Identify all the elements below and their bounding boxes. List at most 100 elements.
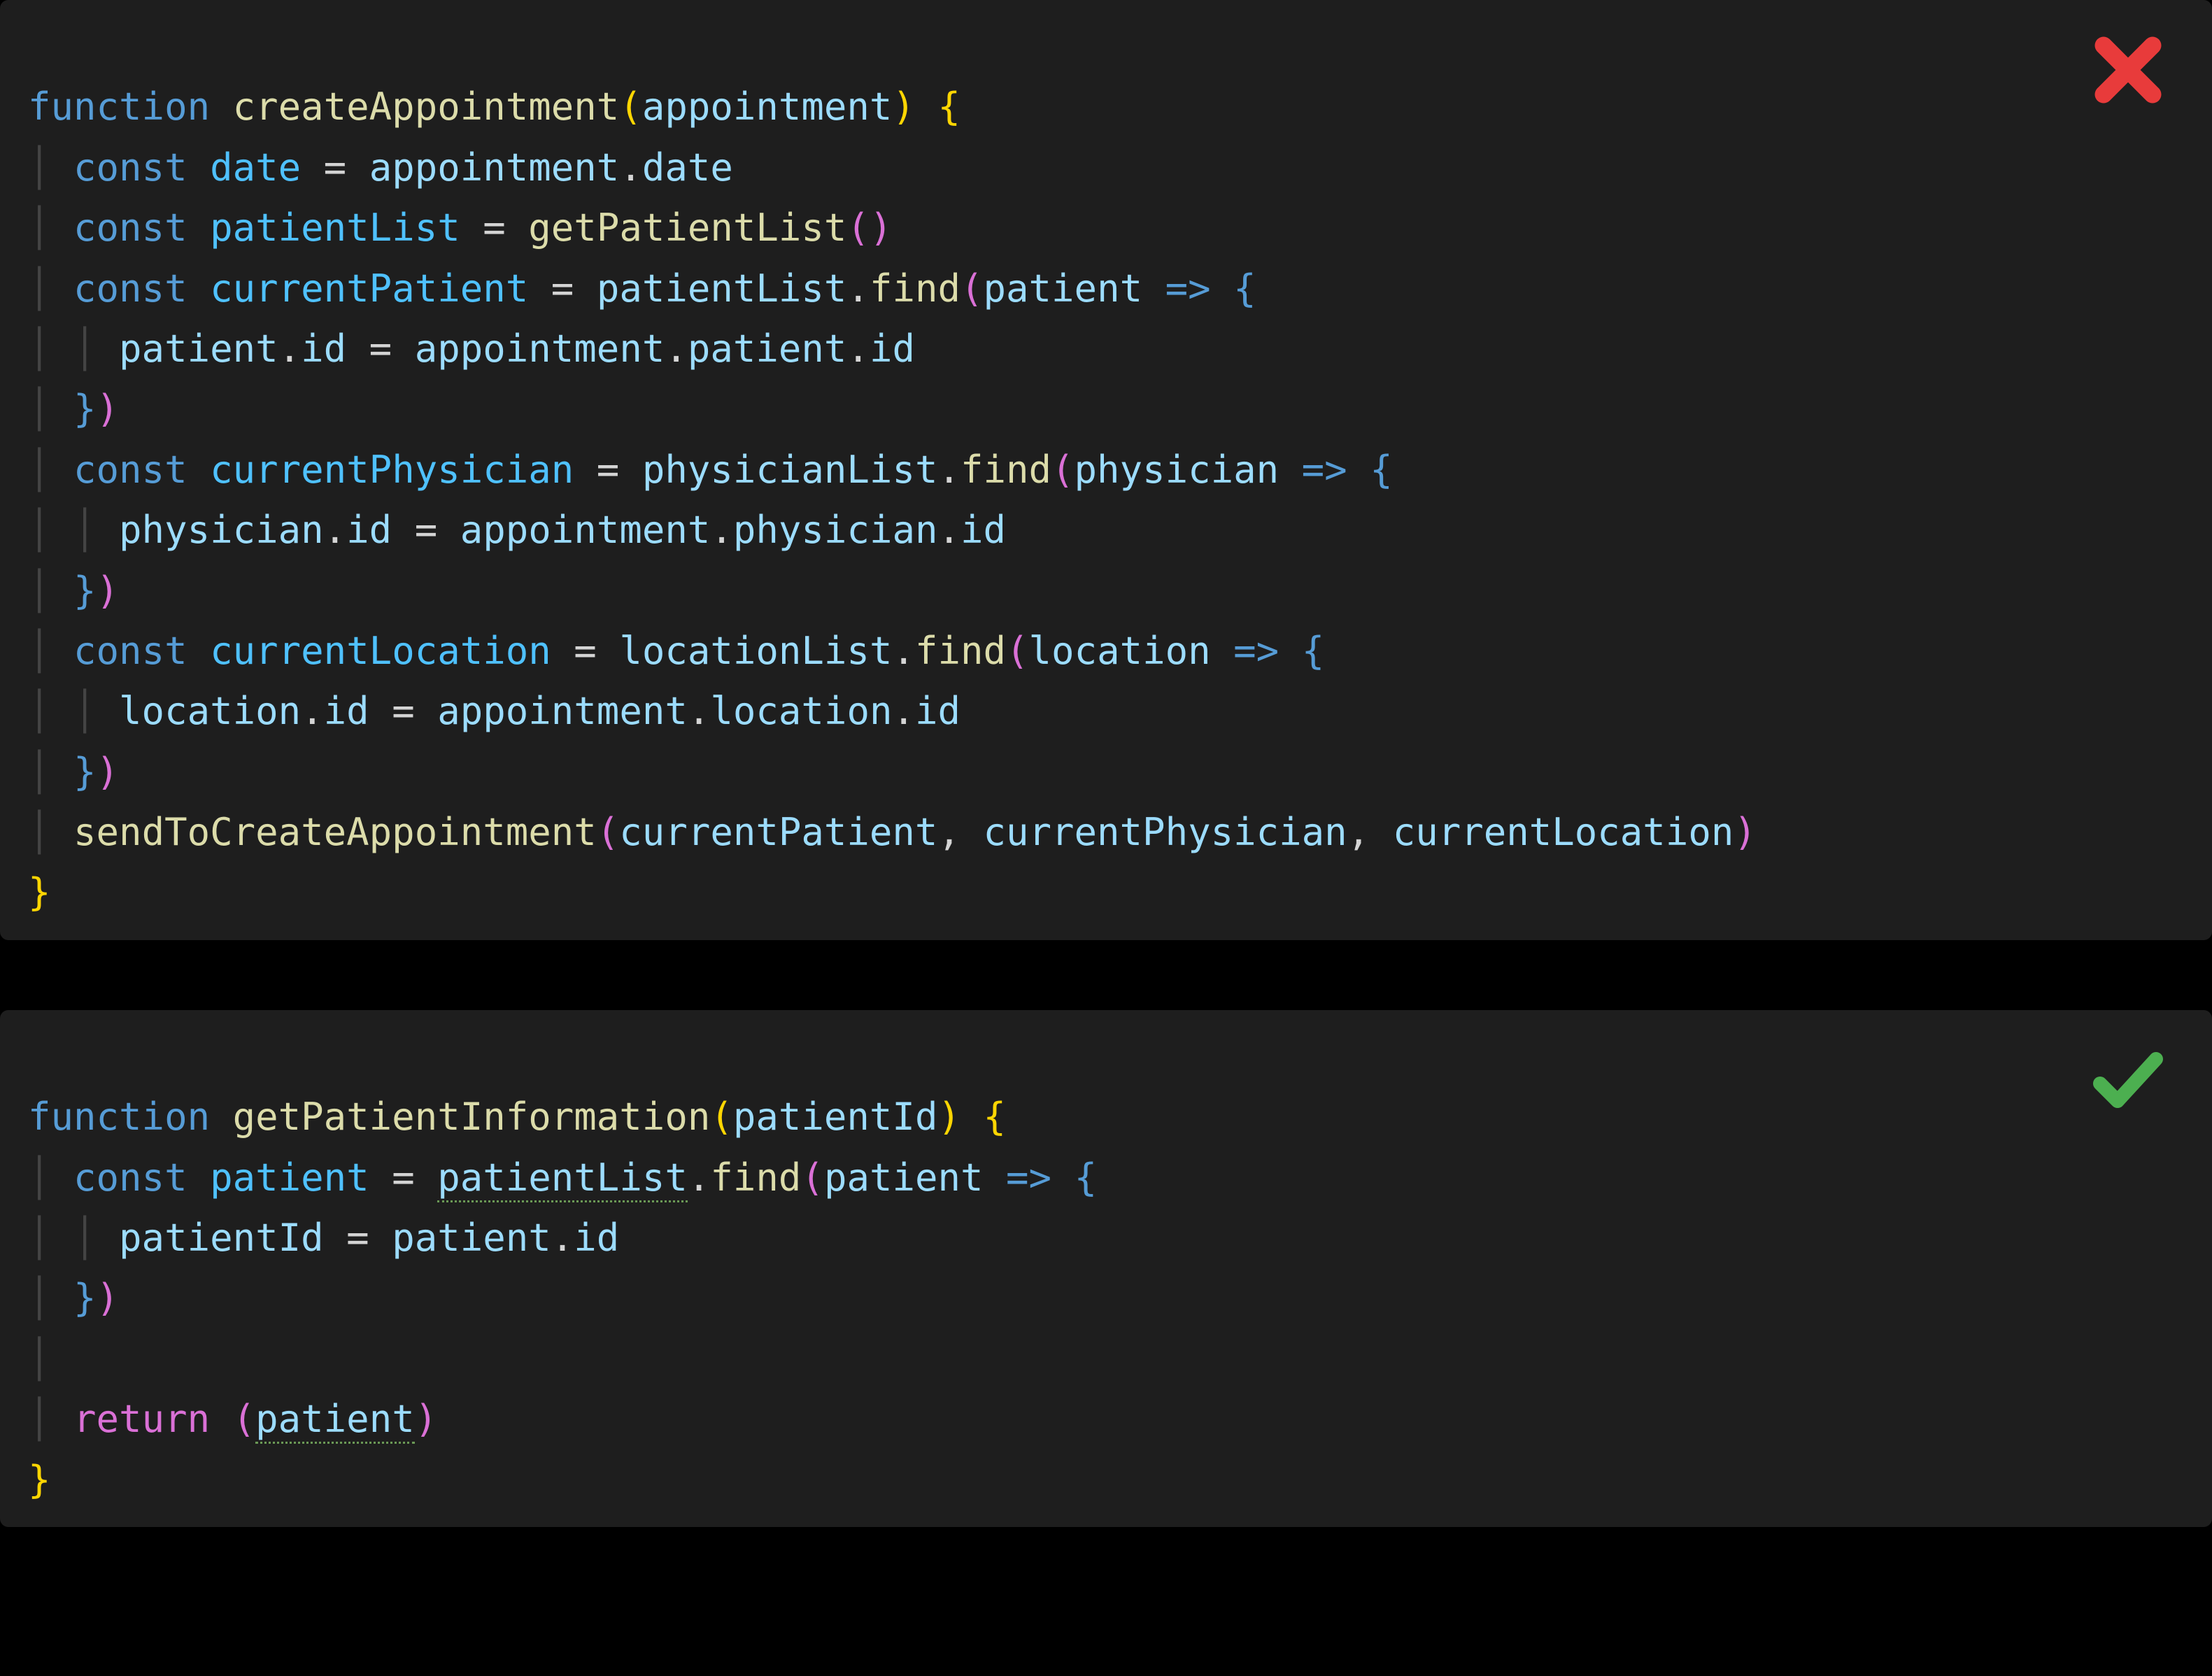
paren-close: ) bbox=[937, 1095, 960, 1139]
dot: . bbox=[551, 1216, 574, 1260]
const-name: patient bbox=[210, 1156, 369, 1200]
function-name: getPatientInformation bbox=[233, 1095, 711, 1139]
property: id bbox=[574, 1216, 619, 1260]
variable: appointment bbox=[437, 689, 688, 733]
paren-open: ( bbox=[1006, 629, 1029, 673]
paren-open: ( bbox=[801, 1156, 824, 1200]
dot: . bbox=[892, 689, 915, 733]
parameter: location bbox=[1029, 629, 1211, 673]
brace-close: } bbox=[28, 870, 51, 914]
operator: = bbox=[369, 689, 438, 733]
check-icon bbox=[2086, 1038, 2170, 1122]
paren-close: ) bbox=[97, 569, 120, 613]
dot: . bbox=[710, 508, 733, 552]
dot: . bbox=[938, 508, 961, 552]
brace-open: { bbox=[1075, 1156, 1098, 1200]
method: find bbox=[710, 1156, 801, 1200]
property: id bbox=[960, 508, 1006, 552]
brace-close: } bbox=[28, 1458, 51, 1502]
variable: appointment bbox=[460, 508, 711, 552]
property: physician bbox=[733, 508, 938, 552]
parens: () bbox=[846, 206, 892, 250]
const-name: currentPhysician bbox=[210, 448, 574, 492]
const-name: date bbox=[210, 145, 301, 190]
keyword: const bbox=[73, 145, 187, 190]
variable: patientId bbox=[119, 1216, 324, 1260]
variable: location bbox=[119, 689, 301, 733]
operator: = bbox=[460, 206, 529, 250]
argument: currentLocation bbox=[1393, 810, 1734, 854]
function-call: sendToCreateAppointment bbox=[73, 810, 597, 854]
dot: . bbox=[846, 327, 870, 371]
paren-open: ( bbox=[710, 1095, 733, 1139]
dot: . bbox=[937, 448, 960, 492]
variable: patientList bbox=[437, 1156, 688, 1202]
variable: physicianList bbox=[642, 448, 938, 492]
brace-close: } bbox=[73, 569, 97, 613]
keyword: const bbox=[73, 448, 187, 492]
brace-open: { bbox=[915, 85, 960, 129]
paren-open: ( bbox=[619, 85, 642, 129]
argument: currentPatient bbox=[619, 810, 937, 854]
keyword: const bbox=[73, 1156, 187, 1200]
brace-open: { bbox=[1233, 267, 1256, 311]
paren-close: ) bbox=[97, 1276, 120, 1320]
brace-open: { bbox=[1370, 448, 1393, 492]
property: id bbox=[324, 689, 369, 733]
paren-close: ) bbox=[415, 1397, 438, 1441]
code-block-good: function getPatientInformation(patientId… bbox=[28, 1027, 2184, 1510]
operator: = bbox=[551, 629, 620, 673]
const-name: patientList bbox=[210, 206, 460, 250]
brace-close: } bbox=[73, 750, 97, 794]
dot: . bbox=[324, 508, 347, 552]
function-name: createAppointment bbox=[233, 85, 620, 129]
dot: . bbox=[665, 327, 688, 371]
variable: locationList bbox=[619, 629, 892, 673]
dot: . bbox=[278, 327, 302, 371]
operator: = bbox=[392, 508, 460, 552]
operator: = bbox=[574, 448, 642, 492]
keyword: function bbox=[28, 85, 210, 129]
cross-icon bbox=[2086, 28, 2170, 112]
arrow: => bbox=[1142, 267, 1233, 311]
variable: physician bbox=[119, 508, 324, 552]
argument: currentPhysician bbox=[983, 810, 1347, 854]
brace-close: } bbox=[73, 1276, 97, 1320]
paren-close: ) bbox=[892, 85, 915, 129]
brace-open: { bbox=[1302, 629, 1325, 673]
const-name: currentPatient bbox=[210, 267, 528, 311]
variable: appointment bbox=[369, 145, 620, 190]
comma: , bbox=[937, 810, 983, 854]
const-name: currentLocation bbox=[210, 629, 551, 673]
keyword: return bbox=[73, 1397, 210, 1441]
operator: = bbox=[346, 327, 415, 371]
method: find bbox=[915, 629, 1006, 673]
property: patient bbox=[688, 327, 847, 371]
arrow: => bbox=[1279, 448, 1370, 492]
arrow: => bbox=[1211, 629, 1302, 673]
variable: patient bbox=[255, 1397, 415, 1444]
operator: = bbox=[528, 267, 597, 311]
comma: , bbox=[1347, 810, 1393, 854]
paren-close: ) bbox=[97, 387, 120, 431]
code-panel-good: function getPatientInformation(patientId… bbox=[0, 1010, 2212, 1527]
brace-close: } bbox=[73, 387, 97, 431]
paren-open: ( bbox=[1051, 448, 1075, 492]
property: id bbox=[870, 327, 915, 371]
code-panel-bad: function createAppointment(appointment) … bbox=[0, 0, 2212, 940]
variable: patient bbox=[119, 327, 278, 371]
property: date bbox=[642, 145, 733, 190]
dot: . bbox=[619, 145, 642, 190]
dot: . bbox=[688, 1156, 711, 1200]
dot: . bbox=[301, 689, 324, 733]
property: id bbox=[915, 689, 960, 733]
operator: = bbox=[301, 145, 369, 190]
function-call: getPatientList bbox=[528, 206, 846, 250]
paren-open: ( bbox=[960, 267, 984, 311]
keyword: const bbox=[73, 629, 187, 673]
parameter: patient bbox=[984, 267, 1143, 311]
variable: patient bbox=[392, 1216, 551, 1260]
property: id bbox=[346, 508, 392, 552]
method: find bbox=[870, 267, 960, 311]
paren-open: ( bbox=[210, 1397, 255, 1441]
